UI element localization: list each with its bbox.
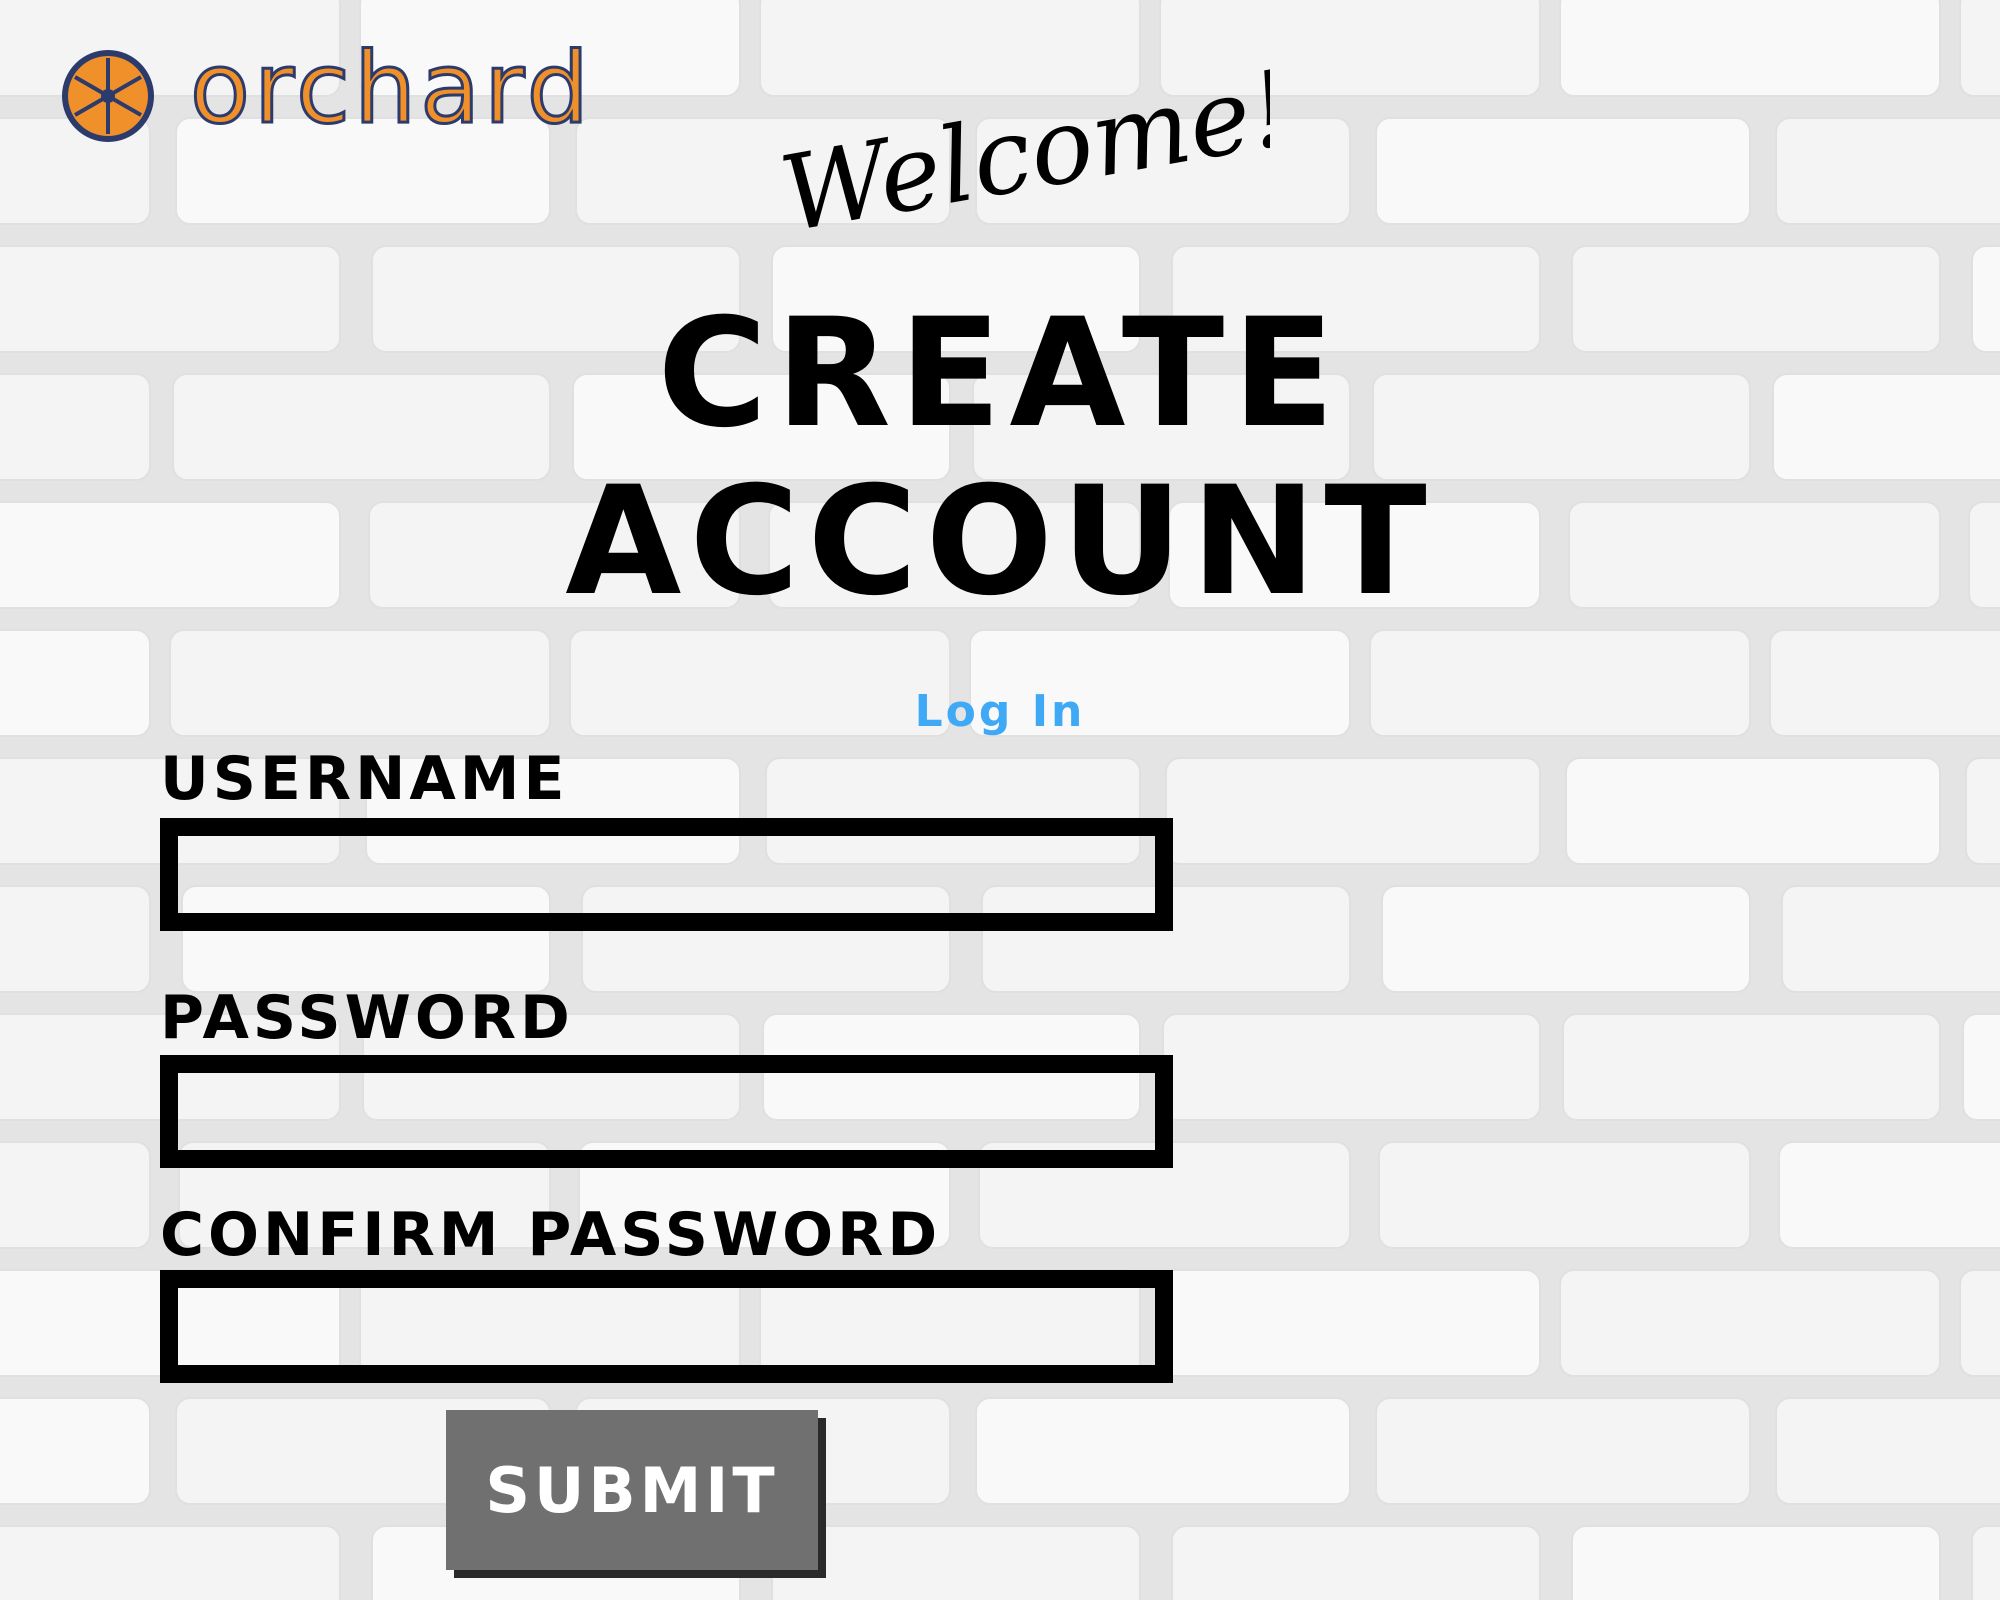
page-title: CREATE ACCOUNT bbox=[400, 290, 1600, 626]
welcome-text: Welcome! bbox=[772, 60, 1270, 230]
log-in-link[interactable]: Log In bbox=[900, 686, 1100, 737]
welcome-heading: Welcome! bbox=[770, 46, 1301, 256]
confirm-password-label: CONFIRM PASSWORD bbox=[160, 1200, 942, 1270]
submit-button[interactable]: SUBMIT bbox=[446, 1410, 818, 1570]
username-input[interactable] bbox=[160, 818, 1173, 931]
brand-name: orchard bbox=[189, 32, 593, 146]
confirm-password-input[interactable] bbox=[160, 1270, 1173, 1383]
password-input[interactable] bbox=[160, 1055, 1173, 1168]
username-label: USERNAME bbox=[160, 744, 569, 814]
brand-logo: orchard bbox=[58, 38, 593, 146]
page-title-line-1: CREATE bbox=[657, 287, 1343, 461]
orange-slice-icon bbox=[62, 50, 154, 142]
page-title-line-2: ACCOUNT bbox=[565, 455, 1435, 629]
password-label: PASSWORD bbox=[160, 983, 574, 1053]
